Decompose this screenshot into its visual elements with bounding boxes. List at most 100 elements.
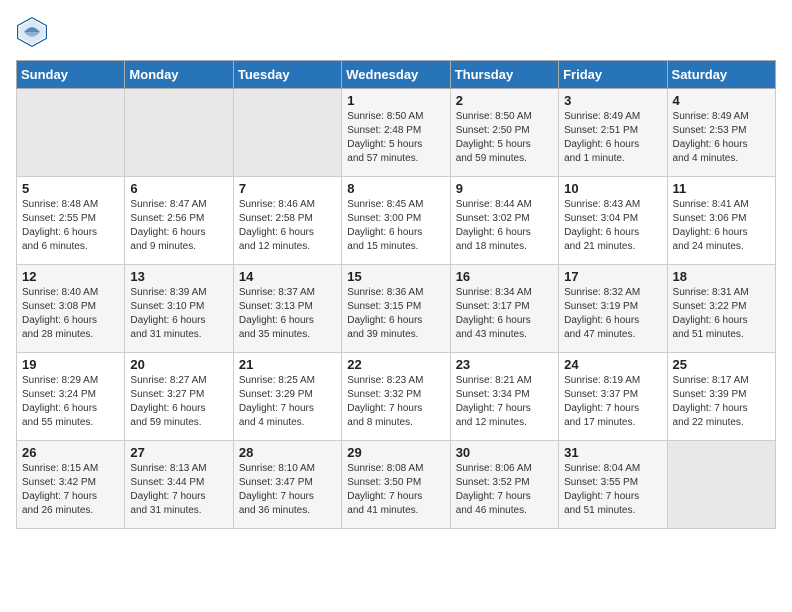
day-info: Sunrise: 8:40 AM Sunset: 3:08 PM Dayligh… [22,286,119,342]
calendar-cell: 11Sunrise: 8:41 AM Sunset: 3:06 PM Dayli… [667,177,775,265]
calendar-cell: 31 Sunrise: 8:04 AM Sunset: 3:55 PM Dayli… [559,441,667,529]
calendar-cell: 3 Sunrise: 8:49 AM Sunset: 2:51 PM Daylig… [559,89,667,177]
day-info: Sunrise: 8:50 AM Sunset: 2:50 PM Dayligh… [456,110,553,166]
calendar-cell [233,89,341,177]
calendar-cell: 25 Sunrise: 8:17 AM Sunset: 3:39 PM Dayli… [667,353,775,441]
day-number: 5 [22,181,119,196]
day-number: 8 [347,181,444,196]
day-info: Sunrise: 8:19 AM Sunset: 3:37 PM Dayligh… [564,374,661,430]
calendar-cell: 12 Sunrise: 8:40 AM Sunset: 3:08 PM Dayli… [17,265,125,353]
calendar-cell: 30 Sunrise: 8:06 AM Sunset: 3:52 PM Dayli… [450,441,558,529]
day-info: Sunrise: 8:27 AM Sunset: 3:27 PM Dayligh… [130,374,227,430]
calendar-cell: 8 Sunrise: 8:45 AM Sunset: 3:00 PM Daylig… [342,177,450,265]
day-number: 22 [347,357,444,372]
day-number: 31 [564,445,661,460]
day-info: Sunrise: 8:06 AM Sunset: 3:52 PM Dayligh… [456,462,553,518]
calendar-cell: 2Sunrise: 8:50 AM Sunset: 2:50 PM Daylig… [450,89,558,177]
calendar-cell: 5 Sunrise: 8:48 AM Sunset: 2:55 PM Daylig… [17,177,125,265]
calendar-cell: 6 Sunrise: 8:47 AM Sunset: 2:56 PM Daylig… [125,177,233,265]
day-number: 13 [130,269,227,284]
calendar-table: SundayMondayTuesdayWednesdayThursdayFrid… [16,60,776,529]
calendar-cell: 18 Sunrise: 8:31 AM Sunset: 3:22 PM Dayli… [667,265,775,353]
day-number: 19 [22,357,119,372]
day-number: 12 [22,269,119,284]
column-header-monday: Monday [125,61,233,89]
day-number: 15 [347,269,444,284]
calendar-cell: 28 Sunrise: 8:10 AM Sunset: 3:47 PM Dayli… [233,441,341,529]
day-number: 16 [456,269,553,284]
day-number: 26 [22,445,119,460]
day-number: 3 [564,93,661,108]
day-info: Sunrise: 8:15 AM Sunset: 3:42 PM Dayligh… [22,462,119,518]
column-header-sunday: Sunday [17,61,125,89]
calendar-cell: 24 Sunrise: 8:19 AM Sunset: 3:37 PM Dayli… [559,353,667,441]
day-info: Sunrise: 8:49 AM Sunset: 2:51 PM Dayligh… [564,110,661,166]
day-info: Sunrise: 8:04 AM Sunset: 3:55 PM Dayligh… [564,462,661,518]
calendar-week-3: 19 Sunrise: 8:29 AM Sunset: 3:24 PM Dayli… [17,353,776,441]
day-info: Sunrise: 8:08 AM Sunset: 3:50 PM Dayligh… [347,462,444,518]
day-number: 7 [239,181,336,196]
day-number: 11 [673,181,770,196]
day-number: 4 [673,93,770,108]
day-info: Sunrise: 8:50 AM Sunset: 2:48 PM Dayligh… [347,110,444,166]
day-info: Sunrise: 8:43 AM Sunset: 3:04 PM Dayligh… [564,198,661,254]
calendar-cell: 23Sunrise: 8:21 AM Sunset: 3:34 PM Dayli… [450,353,558,441]
column-header-saturday: Saturday [667,61,775,89]
day-info: Sunrise: 8:36 AM Sunset: 3:15 PM Dayligh… [347,286,444,342]
calendar-cell: 9 Sunrise: 8:44 AM Sunset: 3:02 PM Daylig… [450,177,558,265]
column-header-tuesday: Tuesday [233,61,341,89]
day-number: 14 [239,269,336,284]
day-info: Sunrise: 8:10 AM Sunset: 3:47 PM Dayligh… [239,462,336,518]
day-info: Sunrise: 8:49 AM Sunset: 2:53 PM Dayligh… [673,110,770,166]
calendar-cell: 16Sunrise: 8:34 AM Sunset: 3:17 PM Dayli… [450,265,558,353]
column-header-friday: Friday [559,61,667,89]
calendar-cell: 17Sunrise: 8:32 AM Sunset: 3:19 PM Dayli… [559,265,667,353]
day-number: 25 [673,357,770,372]
calendar-cell: 21 Sunrise: 8:25 AM Sunset: 3:29 PM Dayli… [233,353,341,441]
day-info: Sunrise: 8:25 AM Sunset: 3:29 PM Dayligh… [239,374,336,430]
day-info: Sunrise: 8:29 AM Sunset: 3:24 PM Dayligh… [22,374,119,430]
column-header-thursday: Thursday [450,61,558,89]
calendar-cell: 1Sunrise: 8:50 AM Sunset: 2:48 PM Daylig… [342,89,450,177]
day-info: Sunrise: 8:31 AM Sunset: 3:22 PM Dayligh… [673,286,770,342]
logo [16,16,52,48]
day-info: Sunrise: 8:17 AM Sunset: 3:39 PM Dayligh… [673,374,770,430]
column-header-wednesday: Wednesday [342,61,450,89]
day-number: 18 [673,269,770,284]
calendar-cell: 26 Sunrise: 8:15 AM Sunset: 3:42 PM Dayli… [17,441,125,529]
calendar-header-row: SundayMondayTuesdayWednesdayThursdayFrid… [17,61,776,89]
day-number: 24 [564,357,661,372]
day-info: Sunrise: 8:32 AM Sunset: 3:19 PM Dayligh… [564,286,661,342]
logo-icon [16,16,48,48]
day-info: Sunrise: 8:46 AM Sunset: 2:58 PM Dayligh… [239,198,336,254]
calendar-cell: 22Sunrise: 8:23 AM Sunset: 3:32 PM Dayli… [342,353,450,441]
day-info: Sunrise: 8:47 AM Sunset: 2:56 PM Dayligh… [130,198,227,254]
day-number: 9 [456,181,553,196]
calendar-cell: 10 Sunrise: 8:43 AM Sunset: 3:04 PM Dayli… [559,177,667,265]
calendar-cell: 29Sunrise: 8:08 AM Sunset: 3:50 PM Dayli… [342,441,450,529]
calendar-week-2: 12 Sunrise: 8:40 AM Sunset: 3:08 PM Dayli… [17,265,776,353]
calendar-week-1: 5 Sunrise: 8:48 AM Sunset: 2:55 PM Daylig… [17,177,776,265]
calendar-cell: 4 Sunrise: 8:49 AM Sunset: 2:53 PM Daylig… [667,89,775,177]
calendar-cell: 19 Sunrise: 8:29 AM Sunset: 3:24 PM Dayli… [17,353,125,441]
calendar-cell [17,89,125,177]
day-number: 6 [130,181,227,196]
calendar-cell: 15 Sunrise: 8:36 AM Sunset: 3:15 PM Dayli… [342,265,450,353]
day-info: Sunrise: 8:48 AM Sunset: 2:55 PM Dayligh… [22,198,119,254]
day-info: Sunrise: 8:44 AM Sunset: 3:02 PM Dayligh… [456,198,553,254]
calendar-week-4: 26 Sunrise: 8:15 AM Sunset: 3:42 PM Dayli… [17,441,776,529]
calendar-cell: 14 Sunrise: 8:37 AM Sunset: 3:13 PM Dayli… [233,265,341,353]
day-number: 30 [456,445,553,460]
day-number: 20 [130,357,227,372]
day-info: Sunrise: 8:37 AM Sunset: 3:13 PM Dayligh… [239,286,336,342]
day-number: 28 [239,445,336,460]
day-info: Sunrise: 8:45 AM Sunset: 3:00 PM Dayligh… [347,198,444,254]
page-header [16,16,776,48]
calendar-cell: 13 Sunrise: 8:39 AM Sunset: 3:10 PM Dayli… [125,265,233,353]
day-info: Sunrise: 8:21 AM Sunset: 3:34 PM Dayligh… [456,374,553,430]
calendar-cell [667,441,775,529]
day-number: 21 [239,357,336,372]
day-number: 10 [564,181,661,196]
calendar-cell: 27Sunrise: 8:13 AM Sunset: 3:44 PM Dayli… [125,441,233,529]
day-info: Sunrise: 8:39 AM Sunset: 3:10 PM Dayligh… [130,286,227,342]
